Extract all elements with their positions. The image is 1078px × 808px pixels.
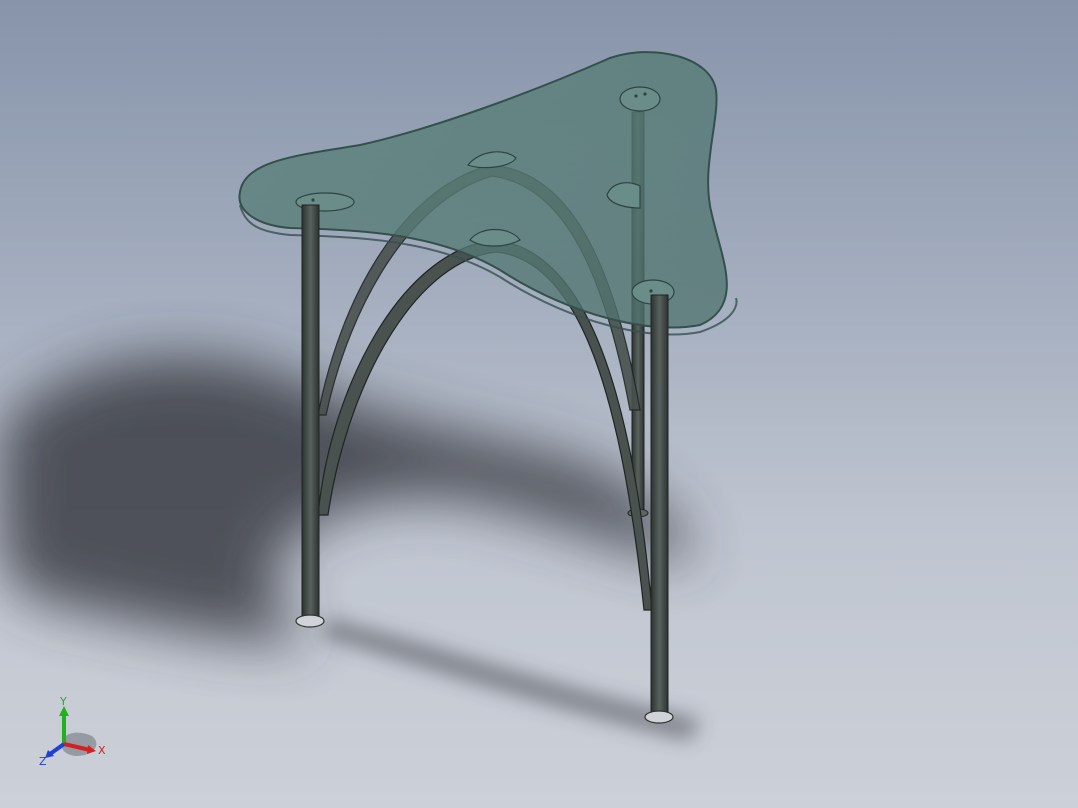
model-view[interactable] [0,0,1078,808]
x-axis-label: X [98,744,106,757]
3d-viewport[interactable]: Y X Z [0,0,1078,808]
z-axis-label: Z [39,755,47,768]
leg-shadow [320,620,700,740]
mount-pad-back [619,86,661,112]
y-axis-label: Y [59,695,67,708]
z-axis-arrow [48,742,66,756]
orientation-triad[interactable]: Y X Z [34,692,114,772]
